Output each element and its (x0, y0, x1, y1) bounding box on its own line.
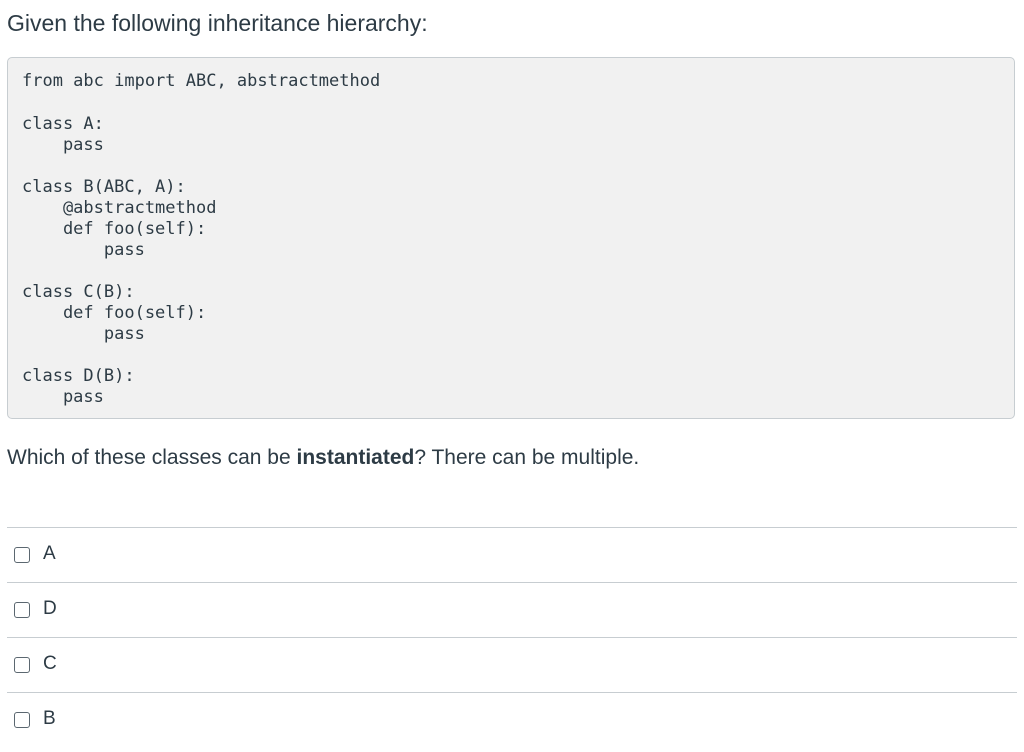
code-line: class C(B): (22, 282, 135, 302)
answer-list: A D C B (7, 527, 1017, 747)
question-text-after: ? There can be multiple. (414, 446, 640, 469)
answer-label: C (43, 653, 57, 674)
code-line: class B(ABC, A): (22, 177, 186, 197)
question-text: Which of these classes can be instantiat… (7, 444, 639, 472)
code-line: from abc import ABC, abstractmethod (22, 71, 381, 91)
answer-label: A (43, 543, 56, 564)
quiz-question: Given the following inheritance hierarch… (0, 0, 1024, 752)
answer-checkbox[interactable] (14, 712, 30, 728)
answer-checkbox[interactable] (14, 547, 30, 563)
question-emphasis: instantiated (296, 446, 415, 469)
code-line: pass (22, 324, 145, 344)
code-line: pass (22, 387, 104, 407)
code-line: class A: (22, 114, 104, 134)
code-line: pass (22, 135, 104, 155)
answer-option-b[interactable]: B (7, 692, 1017, 747)
answer-option-d[interactable]: D (7, 582, 1017, 637)
code-line: pass (22, 240, 145, 260)
answer-checkbox[interactable] (14, 602, 30, 618)
code-line: def foo(self): (22, 303, 207, 323)
code-line: class D(B): (22, 366, 135, 386)
answer-option-a[interactable]: A (7, 527, 1017, 582)
code-block: from abc import ABC, abstractmethod clas… (7, 57, 1015, 419)
code-line: def foo(self): (22, 219, 207, 239)
answer-checkbox[interactable] (14, 657, 30, 673)
answer-label: B (43, 708, 56, 729)
code-line: @abstractmethod (22, 198, 217, 218)
question-prompt: Given the following inheritance hierarch… (7, 10, 428, 36)
question-text-before: Which of these classes can be (7, 446, 297, 469)
answer-label: D (43, 598, 57, 619)
answer-option-c[interactable]: C (7, 637, 1017, 692)
